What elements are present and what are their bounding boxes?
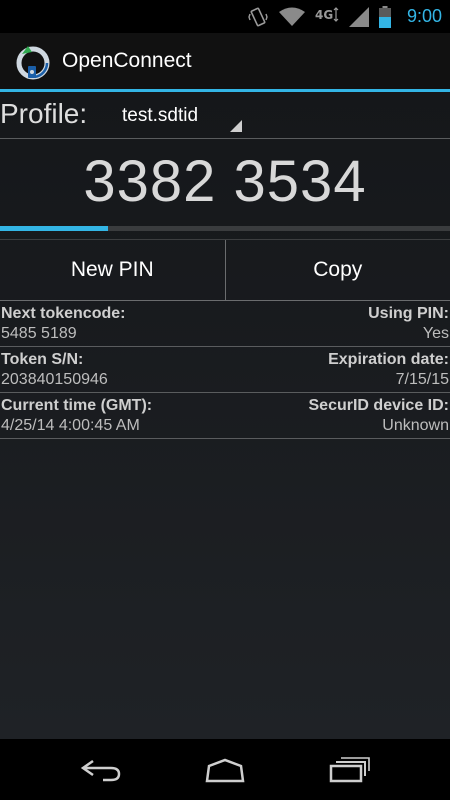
profile-label: Profile:: [0, 98, 88, 129]
info-row-tokencode: Next tokencode: 5485 5189 Using PIN: Yes: [0, 301, 450, 347]
divider-info-3: [0, 438, 450, 439]
home-icon[interactable]: [201, 757, 249, 783]
copy-button[interactable]: Copy: [226, 240, 450, 300]
current-time-value: 4/25/14 4:00:45 AM: [1, 417, 140, 434]
next-tokencode-value: 5485 5189: [1, 325, 77, 342]
current-time-label: Current time (GMT):: [1, 397, 153, 414]
battery-icon: [378, 5, 391, 28]
openconnect-logo-icon[interactable]: [14, 42, 52, 80]
divider-profile: [0, 138, 450, 139]
expiration-date-label: Expiration date:: [328, 351, 449, 368]
new-pin-button[interactable]: New PIN: [0, 240, 225, 300]
main-content: Profile: test.sdtid 3382 3534 New PIN Co…: [0, 92, 450, 739]
device-id-label: SecurID device ID:: [308, 397, 450, 414]
expiration-date-value: 7/15/15: [395, 371, 449, 388]
recents-icon[interactable]: [327, 756, 371, 783]
network-4g-text: 4G: [315, 8, 333, 22]
profile-selected-value: test.sdtid: [122, 105, 199, 126]
token-sn-value: 203840150946: [1, 371, 108, 388]
next-tokencode-label: Next tokencode:: [1, 305, 126, 322]
profile-row: Profile: test.sdtid: [0, 92, 450, 138]
app-title: OpenConnect: [62, 49, 192, 72]
device-id-value: Unknown: [382, 417, 449, 434]
vibrate-icon: [248, 7, 268, 26]
token-progress-bar: [0, 226, 450, 231]
profile-spinner[interactable]: test.sdtid: [112, 96, 242, 136]
token-progress-fill: [0, 226, 108, 231]
network-4g-icon: 4G: [315, 6, 339, 22]
back-icon[interactable]: [79, 757, 123, 783]
spinner-arrow-icon: [230, 120, 242, 132]
using-pin-value: Yes: [422, 325, 449, 342]
info-row-serial: Token S/N: 203840150946 Expiration date:…: [0, 347, 450, 393]
button-bar: New PIN Copy: [0, 240, 450, 300]
tokencode-display[interactable]: 3382 3534: [0, 148, 450, 215]
wifi-icon: [278, 7, 305, 26]
token-sn-label: Token S/N:: [1, 351, 84, 368]
using-pin-label: Using PIN:: [368, 305, 449, 322]
action-bar: OpenConnect: [0, 33, 450, 89]
signal-icon: [348, 6, 369, 27]
status-bar: 4G 9:00: [0, 0, 450, 33]
navigation-bar: [0, 739, 450, 800]
info-row-time: Current time (GMT): 4/25/14 4:00:45 AM S…: [0, 393, 450, 439]
status-clock: 9:00: [406, 6, 442, 26]
